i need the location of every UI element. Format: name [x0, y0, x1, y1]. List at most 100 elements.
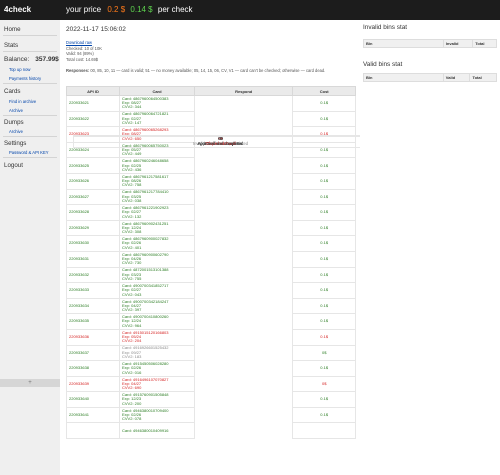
responses-text: 00, 85, 10, 11 — card is valid; 51 — no …	[90, 68, 326, 73]
card-cvv: CVV2: 308	[122, 229, 142, 235]
collapse-button[interactable]: +	[0, 379, 60, 387]
cost-cell: 0.1$	[292, 313, 356, 330]
top-bar: 4check your price 0.2 $ 0.14 $ per check	[0, 0, 500, 20]
balance-value: 357.99$	[35, 56, 59, 63]
brand-logo[interactable]: 4check	[4, 5, 31, 14]
card-cvv: CVV2: 964	[122, 322, 142, 328]
card-cell: Card: 4867960064721821 Exp: 02/27 CVV2: 14…	[119, 110, 195, 128]
cost-cell: 0.1$	[292, 250, 356, 268]
divider	[3, 51, 57, 52]
divider	[3, 115, 57, 116]
price-suffix: per check	[157, 5, 193, 14]
card-cell: Card: 4867960900602790 Exp: 04/26 CVV2: 73…	[119, 250, 195, 268]
api-id-cell: 220933626	[66, 172, 120, 190]
cost-cell: 0.1$	[292, 95, 356, 112]
col-card: Card	[119, 86, 195, 96]
cost-cell: 0$	[292, 375, 356, 393]
total-cost: Total cost: 14.69$	[66, 56, 99, 62]
table-row: 220933640 Card: 4915760901505848 Exp: 12/2…	[66, 134, 369, 408]
table-row: 220933628 Card: 4867961221902923 Exp: 02/2…	[66, 134, 369, 221]
sidebar-item-top-up[interactable]: Top up now	[0, 67, 60, 72]
sidebar-item-dumps[interactable]: Dumps	[0, 119, 60, 126]
divider	[3, 83, 57, 84]
bins-panel: Invalid bins stat Bin Invalid Total Vali…	[360, 20, 500, 475]
sidebar-item-cards-archive[interactable]: Archive	[0, 108, 60, 113]
invalid-bins-title: Invalid bins stat	[363, 24, 408, 31]
card-cell: Card: 4867960064500383 Exp: 08/27 CVV2: 34…	[119, 95, 195, 112]
card-cell: Card: 4915760901505848 Exp: 12/23 CVV2: 20…	[119, 391, 195, 408]
table-row: 220933621 Card: 4867960064500383 Exp: 08/2…	[66, 95, 369, 148]
cost-cell: 0.1$	[292, 235, 356, 252]
cost-cell: 0.1$	[292, 172, 356, 190]
valid-col-bin: Bin	[363, 73, 444, 82]
balance: Balance: 357.99$	[0, 56, 60, 63]
api-id-cell: 220933638	[66, 360, 120, 377]
sidebar-item-settings[interactable]: Settings	[0, 140, 60, 147]
card-cvv: CVV2: 183	[122, 353, 142, 359]
card-cvv: CVV2: 043	[122, 291, 142, 297]
valid-bins-table: Bin Valid Total	[363, 73, 497, 82]
table-row: 220933638 Card: 4915450506028280 Exp: 02/2…	[66, 134, 369, 377]
table-row: 220933635 Card: 4900700410800260 Exp: 12/2…	[66, 134, 369, 330]
card-cell: Card: 4900700341852717 Exp: 02/27 CVV2: 04…	[119, 282, 195, 299]
api-id-cell: 220933631	[66, 250, 120, 268]
invalid-col-total: Total	[472, 39, 497, 48]
invalid-col-invalid: Invalid	[442, 39, 474, 48]
cost-cell: 0.1$	[292, 188, 356, 206]
card-cvv: CVV2: 730	[122, 260, 142, 266]
table-row: 220933629 Card: 4867960902431251 Exp: 12/2…	[66, 134, 369, 237]
card-cvv: CVV2: 436	[122, 166, 142, 172]
cost-cell: 0.1$	[292, 297, 356, 315]
api-id-cell: 220933625	[66, 157, 120, 174]
card-cell: Card: 4867960246048658 Exp: 02/25 CVV2: 43…	[119, 157, 195, 174]
card-cvv: CVV2: 758	[122, 182, 142, 188]
api-id-cell: 220933622	[66, 110, 120, 128]
card-cell: Card: 4916496107070827 Exp: 04/27 CVV2: 69…	[119, 375, 195, 393]
cost-cell: 0.1$	[292, 110, 356, 128]
cost-cell: 0.1$	[292, 360, 356, 377]
price-info: your price 0.2 $ 0.14 $ per check	[66, 5, 193, 14]
main-panel: 2022-11-17 15:06:02 Download raw Checked…	[60, 20, 369, 475]
cost-cell: 0$	[292, 344, 356, 362]
sidebar-item-stats[interactable]: Stats	[0, 42, 60, 49]
card-cell: Card: 4872001513101388 Exp: 03/23 CVV2: 75…	[119, 266, 195, 284]
cost-cell: 0.1$	[292, 204, 356, 221]
api-id-cell: 220933636	[66, 328, 120, 346]
invalid-col-bin: Bin	[363, 39, 444, 48]
sidebar-item-payments[interactable]: Payments history	[0, 76, 60, 81]
sidebar-item-dumps-archive[interactable]: Archive	[0, 129, 60, 134]
table-row: 220933631 Card: 4867960900602790 Exp: 04/2…	[66, 134, 369, 268]
cost-cell: 0.1$	[292, 406, 356, 424]
sidebar-item-logout[interactable]: Logout	[0, 162, 60, 169]
table-row: 220933637 Card: 4916926601525432 Exp: 09/2…	[66, 134, 369, 362]
cost-cell	[292, 422, 356, 440]
card-cvv: CVV2: 078	[122, 416, 142, 422]
card-cell: Card: 4900700410800260 Exp: 12/24 CVV2: 96…	[119, 313, 195, 330]
sidebar-item-find-archive[interactable]: Find in archive	[0, 99, 60, 104]
sidebar-item-cards[interactable]: Cards	[0, 88, 60, 95]
price-prefix: your price	[66, 5, 102, 14]
divider	[3, 35, 57, 36]
card-cell: Card: 4867960900027832 Exp: 02/26 CVV2: 40…	[119, 235, 195, 252]
download-raw-link[interactable]: Download raw	[66, 40, 92, 45]
api-id-cell: 220933641	[66, 406, 120, 424]
sidebar-item-home[interactable]: Home	[0, 26, 60, 33]
card-cell: Card: 4867960902431251 Exp: 12/24 CVV2: 30…	[119, 219, 195, 237]
table-row: 220933633 Card: 4900700341852717 Exp: 02/2…	[66, 134, 369, 299]
card-cvv: CVV2: 755	[122, 275, 142, 281]
price-per-check: 0.14 $	[130, 5, 153, 14]
sidebar-item-password-api[interactable]: Password & API KEY	[0, 150, 60, 155]
col-respond: Respond	[193, 86, 294, 96]
results-table: API ID Card Respond Cost 220933621 Card: …	[66, 86, 369, 440]
responses-legend: Responses: 00, 85, 10, 11 — card is vali…	[66, 68, 356, 74]
api-id-cell: 220933640	[66, 391, 120, 408]
table-row: 220933622 Card: 4867960064721821 Exp: 02/2…	[66, 110, 369, 148]
api-id-cell: 220933628	[66, 204, 120, 221]
cost-cell: 0.1$	[292, 157, 356, 174]
table-row: 220933639 Card: 4916496107070827 Exp: 04/2…	[66, 134, 369, 393]
card-cell: Card: 4900700342184247 Exp: 04/27 CVV2: 39…	[119, 297, 195, 315]
check-summary: Download raw Checked: 10 of 10K Valid: 9…	[66, 40, 102, 62]
cost-cell: 0.1$	[292, 328, 356, 346]
divider	[3, 136, 57, 137]
table-row: 220933636 Card: 4915015120166803 Exp: 05/2…	[66, 134, 369, 346]
